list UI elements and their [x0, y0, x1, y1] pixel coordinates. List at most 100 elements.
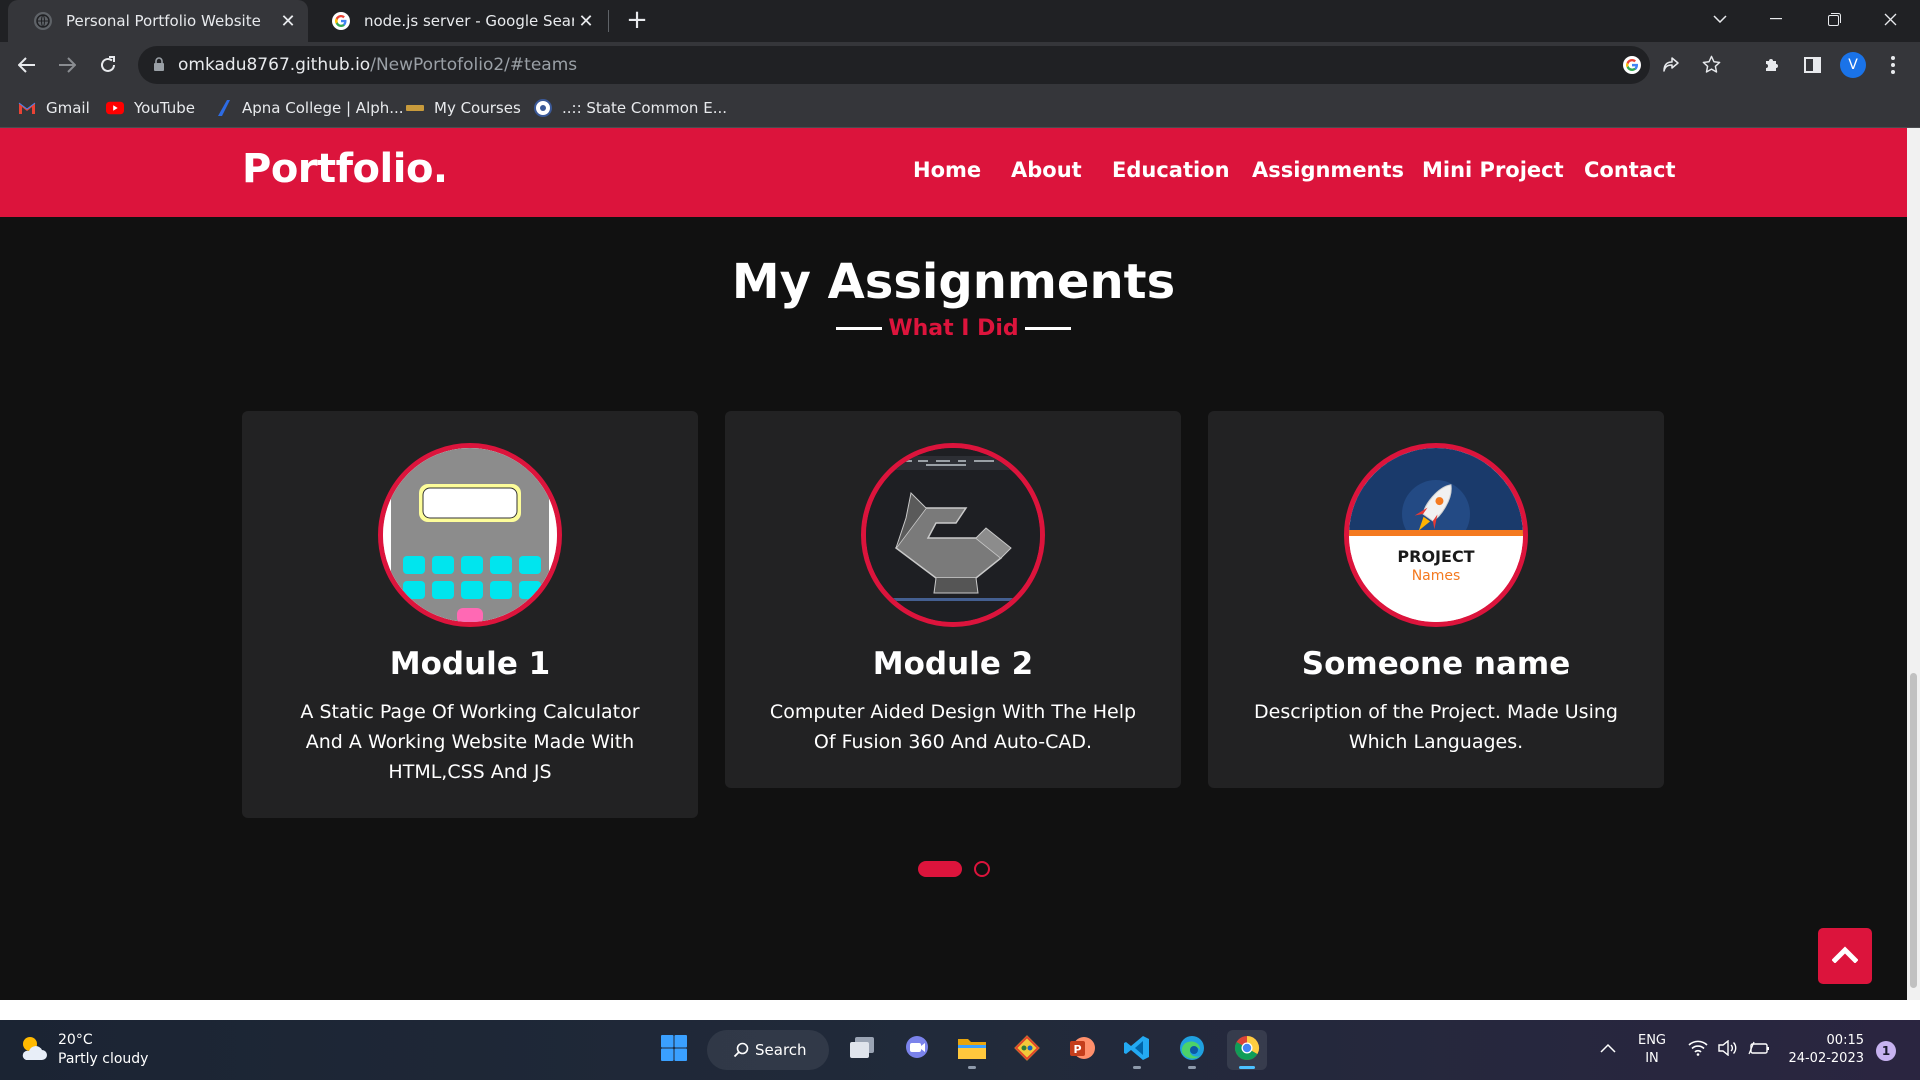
weather-description: Partly cloudy: [58, 1051, 149, 1067]
section-subtitle: What I Did: [888, 316, 1019, 341]
tab-google-search[interactable]: node.js server - Google Search ✕: [306, 0, 606, 42]
apna-college-icon: [214, 99, 232, 117]
reload-icon[interactable]: [93, 50, 123, 80]
wifi-icon[interactable]: [1688, 1040, 1708, 1060]
notification-badge[interactable]: 1: [1876, 1041, 1896, 1061]
taskbar-search[interactable]: Search: [707, 1030, 829, 1070]
tab-personal-portfolio[interactable]: Personal Portfolio Website ✕: [8, 0, 308, 42]
show-hidden-icons-chevron[interactable]: [1600, 1038, 1616, 1057]
battery-icon[interactable]: [1748, 1040, 1770, 1060]
nav-education[interactable]: Education: [1112, 158, 1230, 182]
project-names-image: PROJECT Names: [1344, 443, 1528, 627]
carousel-dot-active[interactable]: [917, 861, 962, 877]
chrome-icon: [1233, 1034, 1261, 1066]
nav-about[interactable]: About: [1011, 158, 1082, 182]
clock[interactable]: 00:15 24-02-2023: [1784, 1032, 1864, 1068]
search-icon: [733, 1042, 749, 1058]
minimize-icon[interactable]: [1748, 0, 1804, 38]
task-view-icon: [848, 1036, 876, 1064]
vscode-button[interactable]: [1117, 1030, 1157, 1070]
nav-contact[interactable]: Contact: [1584, 158, 1676, 182]
side-panel-icon[interactable]: [1797, 50, 1827, 80]
bookmark-state-common[interactable]: ..:: State Common E...: [534, 96, 727, 120]
site-navbar: Portfolio. Home About Education Assignme…: [0, 128, 1907, 217]
subtitle-line-right: [1024, 327, 1071, 330]
nav-assignments[interactable]: Assignments: [1252, 158, 1404, 182]
cad-model-image: [861, 443, 1045, 627]
scroll-to-top-button[interactable]: [1818, 928, 1872, 984]
chevron-up-icon: [1831, 945, 1859, 967]
teams-chat-button[interactable]: [897, 1030, 937, 1070]
gmail-icon: [18, 99, 36, 117]
webpage-viewport: Portfolio. Home About Education Assignme…: [0, 128, 1907, 1000]
task-view-button[interactable]: [842, 1030, 882, 1070]
menu-kebab-icon[interactable]: [1878, 50, 1908, 80]
tab-title: node.js server - Google Search: [364, 12, 574, 30]
scrollbar-thumb[interactable]: [1910, 673, 1917, 988]
browser-toolbar: omkadu8767.github.io/NewPortofolio2/#tea…: [0, 42, 1920, 88]
back-arrow-icon[interactable]: [12, 50, 42, 80]
project-image-title: PROJECT: [1397, 547, 1474, 566]
vscode-icon: [1123, 1034, 1151, 1066]
powerpoint-button[interactable]: P: [1062, 1030, 1102, 1070]
assignment-card-2[interactable]: Module 2 Computer Aided Design With The …: [725, 411, 1181, 788]
bookmark-apna-college[interactable]: Apna College | Alph...: [214, 96, 404, 120]
search-label: Search: [755, 1041, 807, 1059]
page-scrollbar[interactable]: [1907, 128, 1920, 1000]
start-button[interactable]: [654, 1030, 694, 1070]
file-explorer-button[interactable]: [952, 1030, 992, 1070]
clock-time: 00:15: [1826, 1033, 1864, 1048]
running-indicator: [1188, 1066, 1196, 1069]
calculator-image: [378, 443, 562, 627]
bookmark-star-icon[interactable]: [1702, 55, 1721, 78]
close-window-icon[interactable]: [1862, 0, 1918, 38]
subtitle-line-left: [836, 327, 883, 330]
card-title: Module 2: [872, 646, 1034, 682]
assignment-card-3[interactable]: PROJECT Names Someone name Description o…: [1208, 411, 1664, 788]
tab-search-chevron-icon[interactable]: [1692, 0, 1748, 38]
google-icon: [332, 12, 350, 30]
bookmark-my-courses[interactable]: My Courses: [406, 96, 521, 120]
carousel-dot[interactable]: [973, 861, 990, 877]
edge-icon: [1178, 1034, 1206, 1066]
google-lens-icon[interactable]: [1622, 55, 1642, 79]
weather-widget[interactable]: 20°C Partly cloudy: [18, 1029, 148, 1071]
card-description: Description of the Project. Made Using W…: [1254, 701, 1618, 753]
close-tab-icon[interactable]: ✕: [276, 9, 300, 33]
git-app-button[interactable]: [1007, 1030, 1047, 1070]
browser-tab-strip: Personal Portfolio Website ✕ node.js ser…: [0, 0, 1920, 42]
bookmark-youtube[interactable]: YouTube: [106, 96, 195, 120]
lock-icon[interactable]: [153, 57, 165, 76]
close-tab-icon[interactable]: ✕: [574, 9, 598, 33]
url-text[interactable]: omkadu8767.github.io/NewPortofolio2/#tea…: [178, 55, 577, 75]
courses-icon: [406, 99, 424, 117]
windows-logo-icon: [660, 1034, 688, 1066]
page-footer-strip: [0, 1000, 1920, 1020]
site-logo[interactable]: Portfolio.: [242, 146, 448, 192]
weather-temperature: 20°C: [58, 1032, 93, 1048]
edge-button[interactable]: [1172, 1030, 1212, 1070]
nav-mini-project[interactable]: Mini Project: [1422, 158, 1564, 182]
new-tab-button[interactable]: +: [623, 7, 651, 35]
card-title: Module 1: [389, 646, 551, 682]
language-indicator[interactable]: ENG IN: [1636, 1032, 1668, 1068]
extensions-puzzle-icon[interactable]: [1757, 50, 1787, 80]
globe-icon: [34, 12, 52, 30]
teams-chat-icon: [903, 1035, 931, 1065]
volume-icon[interactable]: [1718, 1039, 1738, 1060]
card-description: A Static Page Of Working Calculator And …: [300, 701, 640, 783]
share-icon[interactable]: [1662, 56, 1680, 78]
profile-avatar[interactable]: V: [1838, 50, 1868, 80]
restore-icon[interactable]: [1806, 0, 1862, 38]
powerpoint-icon: P: [1068, 1034, 1096, 1066]
nav-home[interactable]: Home: [913, 158, 981, 182]
card-title: Someone name: [1301, 646, 1571, 682]
bookmark-gmail[interactable]: Gmail: [18, 96, 90, 120]
forward-arrow-icon[interactable]: [52, 50, 82, 80]
address-bar[interactable]: omkadu8767.github.io/NewPortofolio2/#tea…: [138, 46, 1721, 84]
assignment-card-1[interactable]: Module 1 A Static Page Of Working Calcul…: [242, 411, 698, 818]
running-indicator: [1239, 1066, 1255, 1069]
chrome-button[interactable]: [1227, 1030, 1267, 1070]
carousel-pagination: [0, 861, 1907, 877]
folder-icon: [957, 1035, 987, 1065]
